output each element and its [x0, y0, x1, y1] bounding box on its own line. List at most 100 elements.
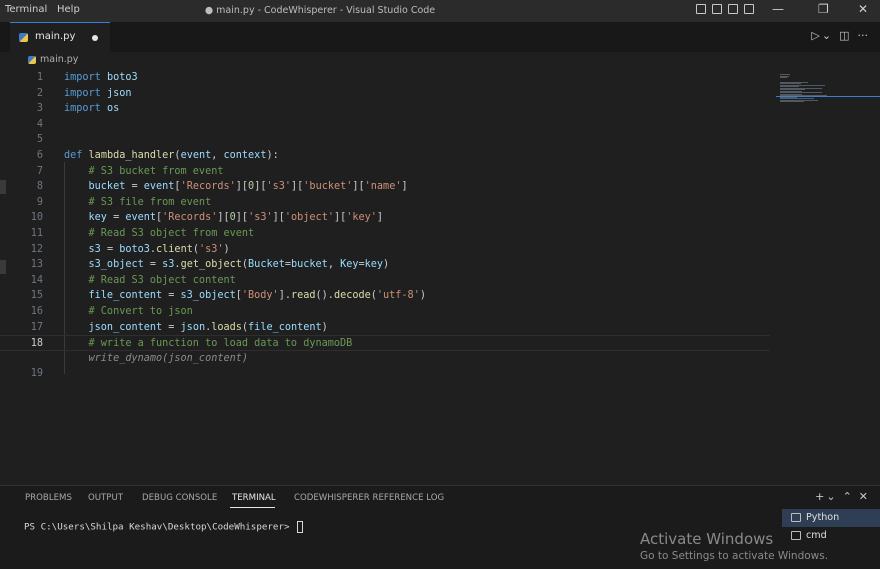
code-line[interactable]: 19: [0, 366, 770, 382]
code-token: Key: [340, 259, 359, 271]
line-number: 6: [36, 150, 43, 161]
code-line[interactable]: 7 # S3 bucket from event: [0, 164, 770, 180]
split-editor-icon[interactable]: ◫: [839, 29, 849, 42]
code-token: # S3 bucket from event: [64, 165, 224, 177]
code-line[interactable]: 14 # Read S3 object content: [0, 273, 770, 289]
code-token: ][: [235, 212, 249, 224]
code-text: key = event['Records'][0]['s3']['object'…: [64, 210, 384, 226]
code-token: event: [125, 212, 157, 224]
code-line[interactable]: 17 json_content = json.loads(file_conten…: [0, 320, 770, 336]
left-scroll-marker: [0, 180, 6, 194]
minimap-line: [780, 101, 804, 103]
code-token: s3_object: [180, 290, 236, 302]
code-line[interactable]: 9 # S3 file from event: [0, 195, 770, 211]
run-dropdown-icon[interactable]: ⌄: [822, 29, 831, 42]
code-text: file_content = s3_object['Body'].read().…: [64, 288, 426, 304]
code-token: s3: [64, 243, 101, 255]
maximize-button[interactable]: ❐: [818, 2, 829, 16]
code-line[interactable]: 10 key = event['Records'][0]['s3']['obje…: [0, 210, 770, 226]
toggle-panel-icon[interactable]: [712, 4, 722, 14]
minimize-button[interactable]: —: [772, 2, 784, 16]
new-terminal-icon[interactable]: +: [815, 490, 824, 503]
code-token: boto3: [100, 72, 138, 83]
terminal-item-python[interactable]: Python: [782, 509, 880, 527]
code-token: ]: [401, 181, 408, 193]
code-token: ,: [211, 150, 224, 161]
code-editor[interactable]: 1 import boto3 2 import json 3 import os 4 5 6 de…: [0, 68, 780, 480]
run-icon[interactable]: ▷: [811, 29, 819, 42]
code-line[interactable]: 2 import json: [0, 86, 770, 102]
code-token: 'name': [364, 181, 402, 193]
tab-main-py[interactable]: main.py: [10, 22, 110, 52]
code-token: # Convert to json: [64, 306, 193, 317]
customize-layout-icon[interactable]: [744, 4, 754, 14]
line-number: 5: [36, 134, 43, 146]
code-token: file_content: [64, 290, 163, 302]
tab-problems[interactable]: PROBLEMS: [25, 493, 72, 503]
code-token: ): [383, 259, 390, 271]
close-window-button[interactable]: ✕: [858, 2, 868, 16]
tab-terminal[interactable]: TERMINAL: [232, 493, 276, 503]
code-line[interactable]: 13 s3_object = s3.get_object(Bucket=buck…: [0, 257, 770, 273]
tab-codewhisperer-reference-log[interactable]: CODEWHISPERER REFERENCE LOG: [294, 493, 444, 503]
window-title: ● main.py - CodeWhisperer - Visual Studi…: [204, 5, 436, 16]
line-number: 7: [36, 165, 43, 177]
code-line[interactable]: 4: [0, 117, 770, 133]
code-token: 'utf-8': [376, 290, 420, 302]
toggle-primary-sidebar-icon[interactable]: [696, 4, 706, 14]
more-actions-icon[interactable]: ···: [858, 29, 869, 42]
line-number: 9: [36, 196, 43, 208]
line-number: 10: [30, 212, 43, 224]
code-token: ][: [235, 181, 249, 193]
code-text: # write a function to load data to dynam…: [64, 336, 353, 352]
code-line[interactable]: 3 import os: [0, 101, 770, 117]
maximize-panel-icon[interactable]: ⌃: [843, 490, 852, 503]
code-token: bucket: [291, 259, 328, 271]
tab-output[interactable]: OUTPUT: [88, 493, 123, 503]
line-number: 11: [30, 228, 43, 239]
code-line[interactable]: 1 import boto3: [0, 70, 770, 86]
unsaved-dot-icon[interactable]: [92, 35, 98, 41]
code-text: import json: [64, 86, 131, 102]
code-token: ): [223, 243, 230, 255]
code-text: def lambda_handler(event, context):: [64, 148, 279, 164]
tab-debug-console[interactable]: DEBUG CONSOLE: [142, 493, 217, 503]
code-text: s3 = boto3.client('s3'): [64, 242, 230, 258]
code-line[interactable]: 6 def lambda_handler(event, context):: [0, 148, 770, 164]
terminal-label: Python: [806, 512, 840, 523]
python-file-icon: [19, 33, 28, 42]
terminal-dropdown-icon[interactable]: ⌄: [826, 490, 835, 503]
ghost-suggestion: write_dynamo(json_content): [64, 352, 249, 364]
code-text: # Read S3 object from event: [64, 226, 255, 242]
code-token: import: [64, 103, 101, 115]
minimap-slider[interactable]: [776, 96, 880, 97]
code-line[interactable]: 15 file_content = s3_object['Body'].read…: [0, 288, 770, 304]
minimap[interactable]: [776, 66, 876, 103]
code-token: json_content: [64, 321, 163, 333]
code-line[interactable]: write_dynamo(json_content): [0, 351, 770, 367]
code-text: import os: [64, 101, 119, 117]
terminal-prompt[interactable]: PS C:\Users\Shilpa Keshav\Desktop\CodeWh…: [24, 521, 304, 533]
code-line[interactable]: 11 # Read S3 object from event: [0, 226, 770, 242]
code-token: ][: [352, 181, 365, 193]
editor-actions: ▷ ⌄ ◫ ···: [803, 29, 868, 42]
code-line[interactable]: 8 bucket = event['Records'][0]['s3']['bu…: [0, 179, 770, 195]
code-line[interactable]: 16 # Convert to json: [0, 304, 770, 320]
toggle-secondary-sidebar-icon[interactable]: [728, 4, 738, 14]
terminal-icon: [791, 513, 801, 522]
code-token: key: [364, 259, 384, 271]
code-token: ][: [291, 181, 304, 193]
code-line[interactable]: 18 # write a function to load data to dy…: [0, 335, 770, 351]
breadcrumb-file[interactable]: main.py: [40, 54, 78, 65]
code-text: # Convert to json: [64, 304, 193, 320]
close-panel-icon[interactable]: ✕: [859, 490, 868, 503]
code-token: 'Body': [241, 290, 279, 302]
code-token: =: [162, 321, 181, 333]
panel-actions: + ⌄ ⌃ ✕: [808, 490, 868, 503]
code-token: file_content: [248, 321, 322, 333]
code-line[interactable]: 12 s3 = boto3.client('s3'): [0, 242, 770, 258]
code-line[interactable]: 5: [0, 132, 770, 148]
line-number: 2: [36, 87, 43, 99]
activation-watermark: Activate Windows Go to Settings to activ…: [640, 530, 828, 562]
code-text: s3_object = s3.get_object(Bucket=bucket,…: [64, 257, 390, 273]
